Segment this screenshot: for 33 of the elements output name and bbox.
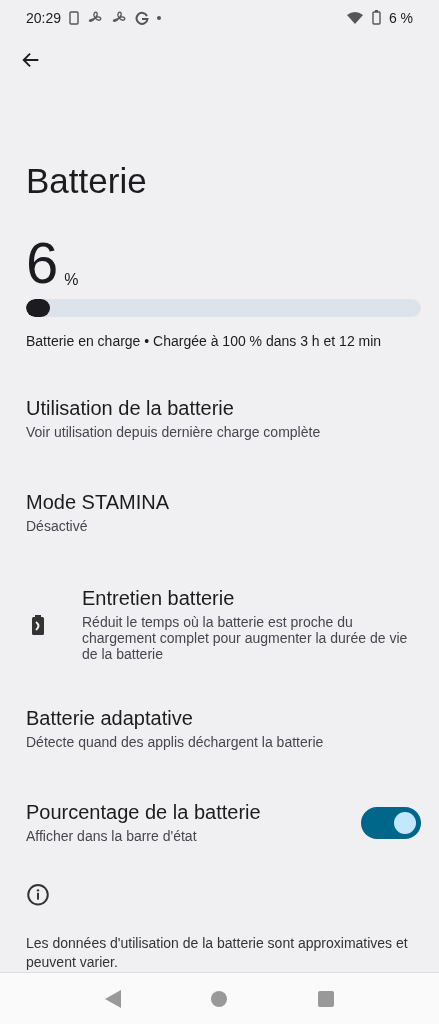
info-icon <box>26 882 50 907</box>
home-nav-icon[interactable] <box>211 990 228 1007</box>
item-title: Mode STAMINA <box>26 491 170 515</box>
notification-icon <box>69 10 80 25</box>
item-title: Utilisation de la batterie <box>26 397 235 421</box>
toggle-switch[interactable] <box>361 806 421 839</box>
recents-nav-icon[interactable] <box>317 990 334 1007</box>
settings-item[interactable]: Pourcentage de la batterie Afficher dans la barre d'état <box>0 780 439 865</box>
charging-status: Batterie en charge • Chargée à 100 % dans 3 h et 12 min <box>26 332 383 349</box>
settings-item[interactable]: Mode STAMINA Désactivé <box>0 470 439 555</box>
battery-care-icon <box>32 614 44 635</box>
item-title: Pourcentage de la batterie <box>26 801 262 825</box>
percent-sign: % <box>64 271 79 290</box>
battery-percentage: 6 % <box>388 9 413 26</box>
item-summary: Afficher dans la barre d'état <box>26 828 198 845</box>
page-title: Batterie <box>26 161 148 202</box>
item-summary: Réduit le temps où la batterie est proche du chargement complet pour augmenter la durée de vie de la batterie <box>82 614 409 663</box>
dot-icon <box>157 15 162 20</box>
clock: 20:29 <box>26 9 62 26</box>
battery-level: 6 <box>26 237 59 290</box>
footer-note: Les données d'utilisation de la batterie sont approximatives et peuvent varier. <box>26 934 409 973</box>
item-summary: Désactivé <box>26 518 89 535</box>
settings-item[interactable]: Utilisation de la batterie Voir utilisation depuis dernière charge complète <box>0 376 439 461</box>
item-summary: Détecte quand des applis déchargent la batterie <box>26 734 325 751</box>
item-title: Batterie adaptative <box>26 707 194 731</box>
wifi-icon <box>345 10 364 25</box>
settings-item[interactable]: Batterie adaptative Détecte quand des applis déchargent la batterie <box>0 686 439 771</box>
google-icon <box>135 10 150 25</box>
back-nav-icon[interactable] <box>105 989 122 1008</box>
battery-icon <box>371 10 381 26</box>
settings-item[interactable]: Entretien batterie Réduit le temps où la batterie est proche du chargement complet pour augmenter la durée de vie de la batterie <box>0 564 439 685</box>
item-title: Entretien batterie <box>82 587 236 611</box>
item-summary: Voir utilisation depuis dernière charge complète <box>26 424 322 441</box>
